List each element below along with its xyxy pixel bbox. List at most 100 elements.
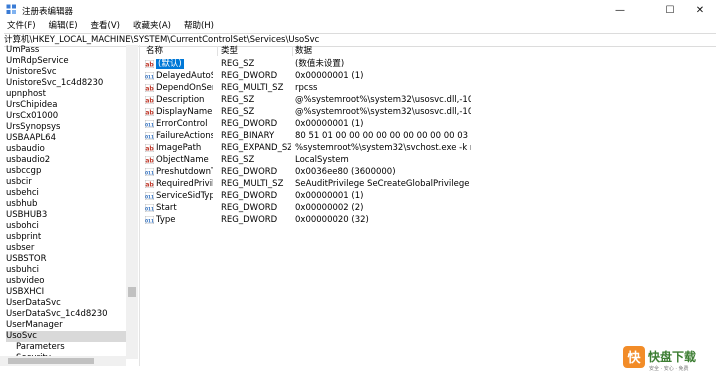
value-data: rpcss [295, 83, 318, 93]
tree-item[interactable]: UmRdpService [6, 56, 130, 67]
tree-item[interactable]: usbprint [6, 232, 130, 243]
menu-view[interactable]: 查看(V) [84, 19, 126, 33]
menu-edit[interactable]: 编辑(E) [42, 19, 84, 33]
svg-text:ab: ab [145, 61, 154, 68]
binary-value-icon: 011 [145, 192, 154, 200]
tree-list: UmPass UmRdpService UnistoreSvc UnistoreSvc… [6, 45, 130, 364]
value-data: %systemroot%\system32\svchost.exe -k net… [295, 143, 471, 153]
close-icon: ✕ [695, 4, 705, 16]
value-row[interactable]: 011ServiceSidType REG_DWORD 0x00000001 (1) [141, 190, 716, 202]
value-row[interactable]: 011 Type REG_DWORD 0x00000020 (32) [141, 214, 716, 226]
svg-text:011: 011 [145, 206, 154, 211]
tree-item[interactable]: usbaudio2 [6, 155, 130, 166]
tree-item[interactable]: usbehci [6, 188, 130, 199]
watermark-subtext: 安全 · 安心 · 免费 [649, 365, 689, 372]
value-row[interactable]: ab ObjectName REG_SZ LocalSystem [141, 154, 716, 166]
maximize-icon: ☐ [665, 4, 675, 16]
value-row[interactable]: 011PreshutdownTi... REG_DWORD 0x0036ee80 (… [141, 166, 716, 178]
tree-item[interactable]: UnistoreSvc [6, 67, 130, 78]
tree-item[interactable]: UrsSynopsys [6, 122, 130, 133]
tree-item[interactable]: UrsChipidea [6, 100, 130, 111]
binary-value-icon: 011 [145, 132, 154, 140]
value-type: REG_SZ [221, 107, 255, 117]
tree-item[interactable]: USBHUB3 [6, 210, 130, 221]
value-type: REG_DWORD [221, 119, 278, 129]
close-button[interactable]: ✕ [680, 0, 720, 20]
value-type: REG_DWORD [221, 191, 278, 201]
tree-item[interactable]: usbhub [6, 199, 130, 210]
value-name-text: Start [156, 203, 177, 213]
column-type-header[interactable]: 类型 [221, 45, 238, 57]
value-row[interactable]: abRequiredPrivile... REG_MULTI_SZ SeAuditP… [141, 178, 716, 190]
tree-horizontal-scroll-thumb[interactable] [8, 358, 94, 364]
tree-item-selected[interactable]: UsoSvc [6, 331, 130, 342]
value-row[interactable]: 011 Start REG_DWORD 0x00000002 (2) [141, 202, 716, 214]
value-name: ErrorControl [156, 118, 213, 130]
column-divider[interactable] [292, 46, 293, 56]
tree-item[interactable]: UrsCx01000 [6, 111, 130, 122]
minimize-button[interactable]: — [600, 0, 640, 20]
value-row[interactable]: abDependOnSer... REG_MULTI_SZ rpcss [141, 82, 716, 94]
svg-text:ab: ab [145, 85, 154, 92]
value-name-text: ObjectName [156, 155, 209, 165]
value-name-text: ErrorControl [156, 119, 208, 129]
value-name: FailureActions [156, 130, 213, 142]
string-value-icon: ab [145, 60, 154, 68]
tree-horizontal-scrollbar[interactable] [0, 356, 126, 366]
value-row[interactable]: ab DisplayName REG_SZ @%systemroot%\system3… [141, 106, 716, 118]
svg-text:011: 011 [145, 194, 154, 199]
menu-file[interactable]: 文件(F) [0, 19, 42, 33]
column-name-header[interactable]: 名称 [146, 45, 163, 57]
svg-text:ab: ab [145, 145, 154, 152]
tree-item[interactable]: UserDataSvc_1c4d8230 [6, 309, 130, 320]
tree-item[interactable]: usbcir [6, 177, 130, 188]
value-row[interactable]: ab (默认) REG_SZ (数值未设置) [141, 58, 716, 70]
value-name-text: Type [156, 215, 176, 225]
tree-item[interactable]: UserManager [6, 320, 130, 331]
tree-item[interactable]: USBSTOR [6, 254, 130, 265]
value-row[interactable]: ab Description REG_SZ @%systemroot%\system3… [141, 94, 716, 106]
value-type: REG_DWORD [221, 167, 278, 177]
svg-text:ab: ab [145, 109, 154, 116]
column-data-header[interactable]: 数据 [295, 45, 312, 57]
tree-item[interactable]: USBXHCI [6, 287, 130, 298]
site-watermark-logo: 快 快盘下载 安全 · 安心 · 免费 [623, 346, 696, 372]
title-bar[interactable]: 注册表编辑器 — ☐ ✕ [0, 0, 720, 20]
value-name-text: FailureActions [156, 131, 213, 141]
tree-item[interactable]: usbccgp [6, 166, 130, 177]
tree-item[interactable]: Parameters [6, 342, 130, 353]
value-name-text: ServiceSidType [156, 191, 213, 201]
value-type: REG_SZ [221, 95, 255, 105]
column-divider[interactable] [217, 46, 218, 56]
menu-favorites[interactable]: 收藏夹(A) [126, 19, 177, 33]
value-row[interactable]: 011 FailureActions REG_BINARY 80 51 01 00 0… [141, 130, 716, 142]
tree-item[interactable]: usbaudio [6, 144, 130, 155]
window-title: 注册表编辑器 [22, 7, 74, 17]
value-row[interactable]: 011 ErrorControl REG_DWORD 0x00000001 (1) [141, 118, 716, 130]
tree-item[interactable]: USBAAPL64 [6, 133, 130, 144]
string-value-icon: ab [145, 144, 154, 152]
value-data: 0x00000002 (2) [295, 203, 364, 213]
tree-item[interactable]: usbvideo [6, 276, 130, 287]
svg-text:011: 011 [145, 218, 154, 223]
column-header: 名称 类型 数据 [141, 45, 716, 57]
tree-item[interactable]: usbuhci [6, 265, 130, 276]
tree-vertical-scroll-thumb[interactable] [128, 287, 136, 297]
value-data: 80 51 01 00 00 00 00 00 00 00 00 00 03 0… [295, 131, 471, 141]
value-data: LocalSystem [295, 155, 349, 165]
value-row[interactable]: 011DelayedAutoSt... REG_DWORD 0x00000001 (… [141, 70, 716, 82]
values-list: 名称 类型 数据 ab (默认) REG_SZ (数值未设置) 011 DelayedAu… [141, 45, 716, 366]
tree-item[interactable]: UserDataSvc [6, 298, 130, 309]
value-name-text: DelayedAutoSt... [156, 71, 213, 81]
value-row[interactable]: ab ImagePath REG_EXPAND_SZ %systemroot%\sys… [141, 142, 716, 154]
tree-vertical-scrollbar[interactable] [126, 45, 138, 359]
tree-item[interactable]: usbohci [6, 221, 130, 232]
tree-item[interactable]: usbser [6, 243, 130, 254]
tree-item[interactable]: UmPass [6, 45, 130, 56]
menu-help[interactable]: 帮助(H) [177, 19, 220, 33]
tree-item[interactable]: UnistoreSvc_1c4d8230 [6, 78, 130, 89]
svg-text:ab: ab [145, 157, 154, 164]
tree-item[interactable]: upnphost [6, 89, 130, 100]
binary-value-icon: 011 [145, 120, 154, 128]
bottom-strip [0, 366, 720, 374]
